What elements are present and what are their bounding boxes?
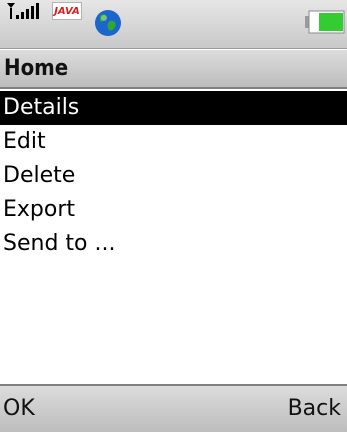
battery-icon <box>305 10 345 34</box>
back-softkey[interactable]: Back <box>288 396 341 421</box>
signal-strength-icon <box>7 3 39 19</box>
softkey-bar: OK Back <box>0 384 347 432</box>
menu-item-details[interactable]: Details <box>0 91 347 125</box>
status-bar: JAVA <box>0 0 347 49</box>
phone-screen: JAVA Home Details Edit Delete Export Sen… <box>0 0 347 432</box>
options-menu: Details Edit Delete Export Send to ... <box>0 91 347 261</box>
menu-item-edit[interactable]: Edit <box>0 125 347 159</box>
ok-softkey[interactable]: OK <box>3 396 35 421</box>
globe-icon <box>95 10 121 36</box>
title-bar: Home <box>0 49 347 89</box>
page-title: Home <box>4 56 69 81</box>
menu-item-send-to[interactable]: Send to ... <box>0 227 347 261</box>
menu-item-delete[interactable]: Delete <box>0 159 347 193</box>
java-badge: JAVA <box>52 2 82 20</box>
menu-item-export[interactable]: Export <box>0 193 347 227</box>
